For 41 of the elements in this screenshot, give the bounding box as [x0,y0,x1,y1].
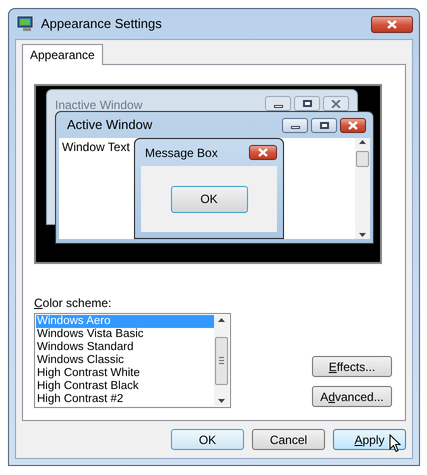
inactive-window-title: Inactive Window [55,97,142,114]
scroll-up-icon[interactable] [218,318,225,322]
close-icon [331,100,341,108]
side-button[interactable]: Advanced... [312,386,392,407]
monitor-icon [17,16,35,32]
scroll-down-icon[interactable] [218,399,225,403]
scrollbar[interactable] [355,138,370,239]
list-item[interactable]: High Contrast White [36,367,214,380]
message-box-title: Message Box [145,144,218,162]
window-title: Appearance Settings [41,15,163,34]
scroll-thumb[interactable] [356,150,369,166]
scroll-down-icon[interactable] [359,233,366,237]
minimize-button[interactable] [265,96,291,111]
list-item[interactable]: Windows Classic [36,354,214,367]
close-button[interactable] [340,118,366,132]
scroll-thumb[interactable] [215,336,228,384]
maximize-button[interactable] [294,96,320,111]
close-icon [347,120,359,130]
tab[interactable]: Appearance [22,44,103,65]
scroll-up-icon[interactable] [359,140,366,144]
dialog-button[interactable]: Apply [333,429,406,450]
close-icon [257,148,269,157]
dialog-button[interactable]: OK [171,429,244,450]
list-item[interactable]: Windows Standard [36,341,214,354]
close-icon [386,20,398,28]
side-button[interactable]: Effects... [312,356,392,377]
minimize-button[interactable] [282,118,308,132]
scrollbar[interactable] [214,315,229,406]
color-scheme-label: Color scheme: [34,296,112,310]
list-item[interactable]: High Contrast #2 [36,393,214,406]
active-window-title: Active Window [67,116,152,134]
dialog-button[interactable]: Cancel [252,429,325,450]
mouse-cursor-icon [389,434,401,453]
ok-button[interactable]: OK [170,186,248,212]
window-text: Window Text [62,140,130,154]
maximize-button[interactable] [311,118,337,132]
list-item[interactable]: Windows Vista Basic [36,328,214,341]
color-scheme-list[interactable]: Windows Aero Windows Vista Basic Windows Standard Windows Classic High Contrast White High Contrast Black High Contrast #2 [34,313,231,408]
close-button[interactable] [371,16,413,32]
list-item[interactable]: High Contrast Black [36,380,214,393]
close-button[interactable] [249,145,277,160]
